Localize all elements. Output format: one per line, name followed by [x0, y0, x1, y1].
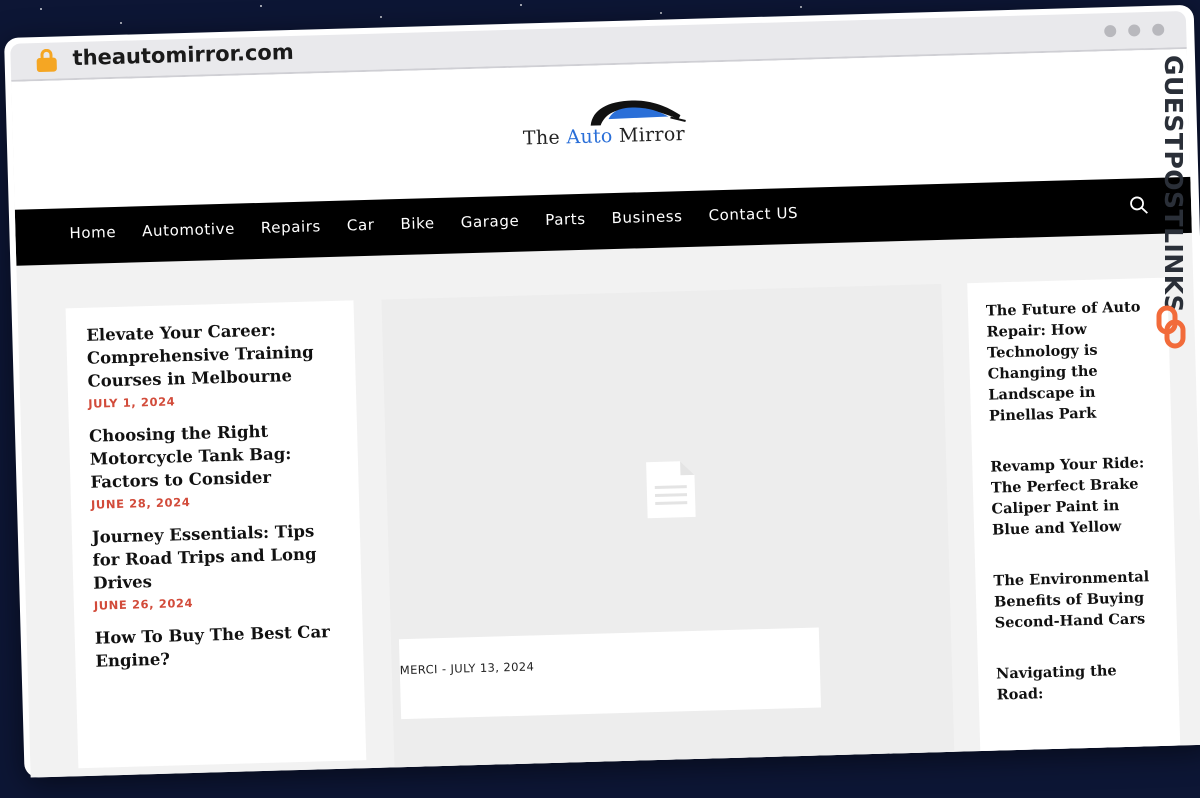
lock-icon [36, 48, 57, 73]
nav-item-bike[interactable]: Bike [400, 214, 435, 233]
featured-post-meta: MERCI - JULY 13, 2024 [399, 659, 535, 678]
watermark-text: GUESTPOSTLINKS [1159, 55, 1188, 314]
web-page: The Auto Mirror Home Automotive Repairs … [11, 48, 1200, 778]
sidebar-post-title[interactable]: The Future of Auto Repair: How Technolog… [986, 296, 1153, 427]
chain-link-icon [1156, 305, 1186, 349]
search-icon[interactable] [1129, 195, 1150, 216]
nav-item-contact-us[interactable]: Contact US [708, 204, 798, 224]
post-date: JUNE 28, 2024 [90, 494, 191, 512]
sidebar-posts: The Future of Auto Repair: How Technolog… [967, 277, 1181, 754]
post-title[interactable]: Choosing the Right Motorcycle Tank Bag: … [89, 418, 339, 494]
nav-item-garage[interactable]: Garage [460, 212, 519, 232]
site-logo[interactable]: The Auto Mirror [520, 93, 692, 158]
featured-post-card[interactable]: MERCI - JULY 13, 2024 [398, 627, 822, 720]
post-date: JUNE 26, 2024 [93, 595, 194, 613]
nav-item-business[interactable]: Business [611, 207, 682, 227]
recent-posts-list: Elevate Your Career: Comprehensive Train… [65, 300, 367, 769]
post-title[interactable]: Elevate Your Career: Comprehensive Train… [86, 317, 336, 393]
window-dot-icon[interactable] [1104, 24, 1117, 38]
nav-item-automotive[interactable]: Automotive [142, 220, 235, 241]
guestpostlinks-watermark: GUESTPOSTLINKS [1152, 55, 1196, 355]
sidebar-post-title[interactable]: Navigating the Road: [996, 659, 1161, 706]
list-item[interactable]: How To Buy The Best Car Engine? [94, 620, 343, 673]
main-content: Elevate Your Career: Comprehensive Train… [16, 233, 1200, 778]
nav-item-car[interactable]: Car [347, 216, 375, 235]
nav-item-repairs[interactable]: Repairs [261, 217, 322, 237]
document-placeholder-icon [646, 461, 696, 519]
sidebar-post-title[interactable]: Revamp Your Ride: The Perfect Brake Cali… [990, 452, 1156, 541]
logo-text: The Auto Mirror [522, 123, 686, 150]
post-title[interactable]: How To Buy The Best Car Engine? [94, 620, 343, 673]
post-title[interactable]: Journey Essentials: Tips for Road Trips … [92, 519, 342, 595]
featured-post[interactable]: MERCI - JULY 13, 2024 [381, 283, 955, 770]
post-date: JULY 1, 2024 [88, 394, 176, 411]
window-dot-icon[interactable] [1152, 23, 1165, 36]
nav-item-parts[interactable]: Parts [545, 210, 586, 229]
window-dot-icon[interactable] [1128, 24, 1141, 37]
sidebar-post-title[interactable]: The Environmental Benefits of Buying Sec… [993, 566, 1159, 634]
url-text[interactable]: theautomirror.com [72, 40, 294, 70]
window-controls [1104, 23, 1165, 38]
list-item[interactable]: Elevate Your Career: Comprehensive Train… [86, 317, 336, 411]
list-item[interactable]: Journey Essentials: Tips for Road Trips … [92, 519, 342, 613]
browser-window: theautomirror.com The Auto Mirror Home A… [4, 4, 1200, 797]
list-item[interactable]: Choosing the Right Motorcycle Tank Bag: … [89, 418, 339, 512]
nav-item-home[interactable]: Home [69, 223, 116, 242]
browser-frame: theautomirror.com The Auto Mirror Home A… [4, 4, 1200, 778]
